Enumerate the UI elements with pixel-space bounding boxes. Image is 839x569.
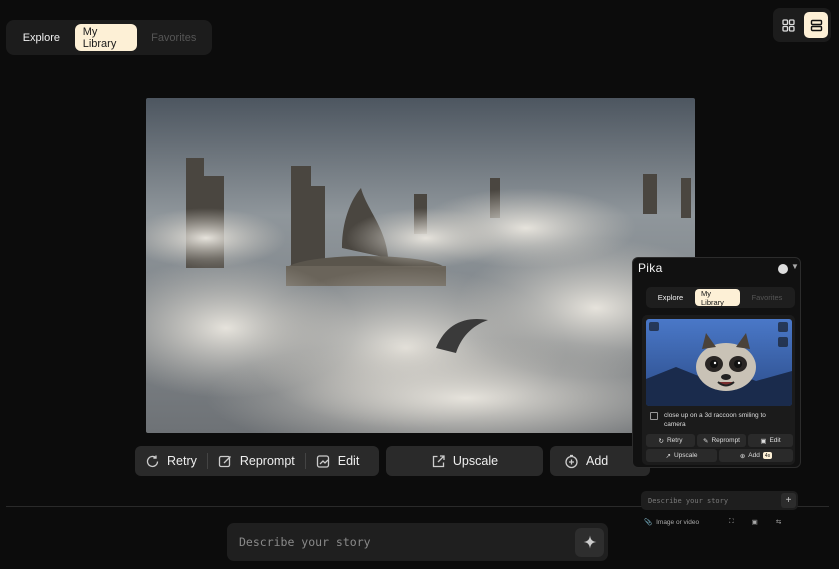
- camera-icon[interactable]: ▣: [752, 518, 758, 526]
- library-card: close up on a 3d raccoon smiling to came…: [642, 315, 795, 465]
- generate-button[interactable]: [575, 527, 604, 557]
- edit-actions-group: Retry Reprompt Edit: [135, 446, 379, 476]
- tab-my-library[interactable]: My Library: [74, 24, 138, 51]
- popup-retry-button[interactable]: ↻ Retry: [646, 434, 695, 447]
- upscale-label: Upscale: [452, 454, 499, 468]
- retry-button[interactable]: Retry: [135, 446, 207, 476]
- plus-icon[interactable]: +: [781, 493, 796, 508]
- retry-label: Retry: [167, 454, 197, 468]
- popup-edit-button[interactable]: ▣ Edit: [748, 434, 793, 447]
- reprompt-button[interactable]: Reprompt: [208, 446, 305, 476]
- expand-icon[interactable]: ⛶: [729, 518, 734, 526]
- attach-label[interactable]: Image or video: [656, 519, 699, 526]
- popup-retry-label: Retry: [666, 437, 683, 444]
- view-toggle: [773, 8, 831, 42]
- add-time-icon: ⊕: [739, 452, 746, 460]
- popup-prompt-bar: +: [641, 491, 798, 510]
- reprompt-icon: [218, 455, 231, 467]
- popup-edit-label: Edit: [769, 437, 781, 444]
- raccoon-video-thumbnail[interactable]: [646, 319, 792, 406]
- prompt-bar: [227, 523, 608, 561]
- pika-logo: Pika: [638, 261, 663, 275]
- sparkle-icon: [583, 535, 596, 549]
- generated-video-preview[interactable]: [146, 98, 695, 433]
- pika-popup-window: Pika ▼ Explore My Library Favorites clos…: [632, 257, 801, 468]
- prompt-caption: close up on a 3d raccoon smiling to came…: [664, 412, 766, 428]
- avatar[interactable]: [778, 264, 788, 274]
- add-time-icon: [565, 454, 578, 468]
- list-view-button[interactable]: [804, 12, 828, 38]
- tab-favorites[interactable]: Favorites: [139, 24, 208, 51]
- add-label: Add: [586, 454, 609, 468]
- popup-reprompt-button[interactable]: ✎ Reprompt: [697, 434, 746, 447]
- external-link-icon: ↗: [665, 452, 671, 460]
- video-actions: Retry Reprompt Edit Upscale Add: [135, 446, 650, 476]
- chevron-down-icon[interactable]: ▼: [791, 262, 799, 271]
- reprompt-icon: ✎: [703, 437, 709, 445]
- external-link-icon: [432, 454, 445, 467]
- retry-icon: [146, 455, 159, 467]
- edit-label: Edit: [337, 454, 360, 468]
- prompt-input[interactable]: [239, 535, 575, 549]
- upscale-button[interactable]: Upscale: [386, 446, 543, 476]
- list-icon: [810, 19, 822, 31]
- popup-upscale-button[interactable]: ↗ Upscale: [646, 449, 717, 462]
- duration-badge: 4s: [762, 452, 773, 459]
- retry-icon: ↻: [658, 437, 664, 445]
- library-tabs: Explore My Library Favorites: [6, 20, 212, 55]
- settings-sliders-icon[interactable]: ⇆: [776, 518, 781, 526]
- copy-icon[interactable]: [650, 412, 658, 420]
- paperclip-icon[interactable]: 📎: [644, 518, 652, 526]
- popup-more-actions: ↗ Upscale ⊕ Add 4s: [646, 449, 793, 462]
- popup-tab-explore[interactable]: Explore: [648, 289, 693, 306]
- popup-prompt-input[interactable]: [648, 496, 781, 505]
- edit-icon: [316, 454, 329, 468]
- popup-upscale-label: Upscale: [673, 452, 698, 459]
- edit-icon: ▣: [760, 437, 767, 445]
- edit-button[interactable]: Edit: [306, 446, 370, 476]
- popup-add-label: Add: [748, 452, 760, 459]
- reprompt-label: Reprompt: [239, 454, 295, 468]
- grid-icon: [781, 18, 795, 32]
- popup-reprompt-label: Reprompt: [711, 437, 740, 444]
- grid-view-button[interactable]: [776, 12, 800, 38]
- popup-add-button[interactable]: ⊕ Add 4s: [719, 449, 793, 462]
- popup-tab-my-library[interactable]: My Library: [695, 289, 740, 307]
- popup-edit-actions: ↻ Retry ✎ Reprompt ▣ Edit: [646, 434, 793, 447]
- popup-tabs: Explore My Library Favorites: [646, 287, 795, 308]
- popup-tab-favorites[interactable]: Favorites: [742, 289, 792, 306]
- tab-explore[interactable]: Explore: [10, 24, 73, 51]
- popup-tools: 📎 Image or video ⛶ ▣ ⇆: [644, 516, 794, 528]
